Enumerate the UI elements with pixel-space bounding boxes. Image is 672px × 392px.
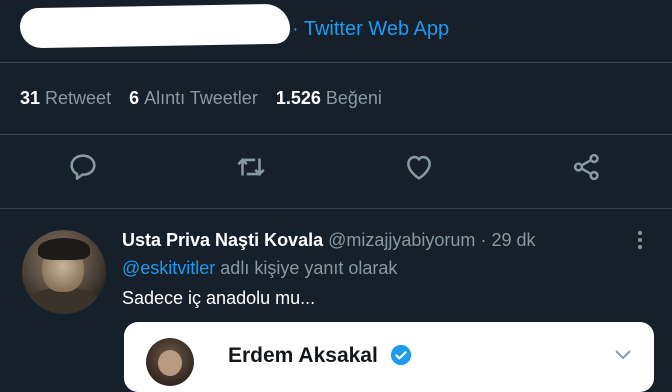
divider [0,62,672,63]
divider [0,134,672,135]
more-options-icon[interactable] [632,228,648,252]
like-icon [407,155,431,180]
quoted-avatar [146,338,194,386]
timestamp[interactable]: 29 dk [491,230,535,250]
divider [0,208,672,209]
replying-to-label: adlı kişiye yanıt olarak [215,258,398,278]
quoted-display-name: Erdem Aksakal [228,344,378,367]
display-name[interactable]: Usta Priva Naşti Kovala [122,230,323,250]
separator-dot: · [480,230,487,250]
via-app-link[interactable]: · Twitter Web App [292,18,449,41]
tweet-meta-row: · Twitter Web App [0,0,672,60]
avatar[interactable] [22,230,106,314]
quoted-tweet-card[interactable]: Erdem Aksakal [124,322,654,392]
redaction-scribble [19,3,291,49]
tweet-stats: 31 Retweet 6 Alıntı Tweetler 1.526 Beğeni [20,88,382,109]
share-icon [573,153,599,181]
likes-count[interactable]: 1.526 Beğeni [276,88,382,109]
retweet-button[interactable] [234,150,274,190]
quote-tweets-count[interactable]: 6 Alıntı Tweetler [129,88,258,109]
user-handle[interactable]: @mizajjyabiyorum [328,230,475,250]
reply-button[interactable] [66,150,106,190]
like-button[interactable] [402,150,442,190]
replying-to: @eskitvitler adlı kişiye yanıt olarak [122,258,397,279]
reply-icon [70,154,96,180]
retweet-count[interactable]: 31 Retweet [20,88,111,109]
reply-tweet[interactable]: Usta Priva Naşti Kovala @mizajjyabiyorum… [0,216,672,392]
tweet-actions [0,150,672,194]
retweet-icon [237,158,265,176]
verified-badge-icon [390,344,412,366]
reply-header: Usta Priva Naşti Kovala @mizajjyabiyorum… [122,230,536,251]
chevron-down-icon[interactable] [614,348,632,362]
share-button[interactable] [570,150,610,190]
tweet-text: Sadece iç anadolu mu... [122,288,316,308]
mention-link[interactable]: @eskitvitler [122,258,215,278]
